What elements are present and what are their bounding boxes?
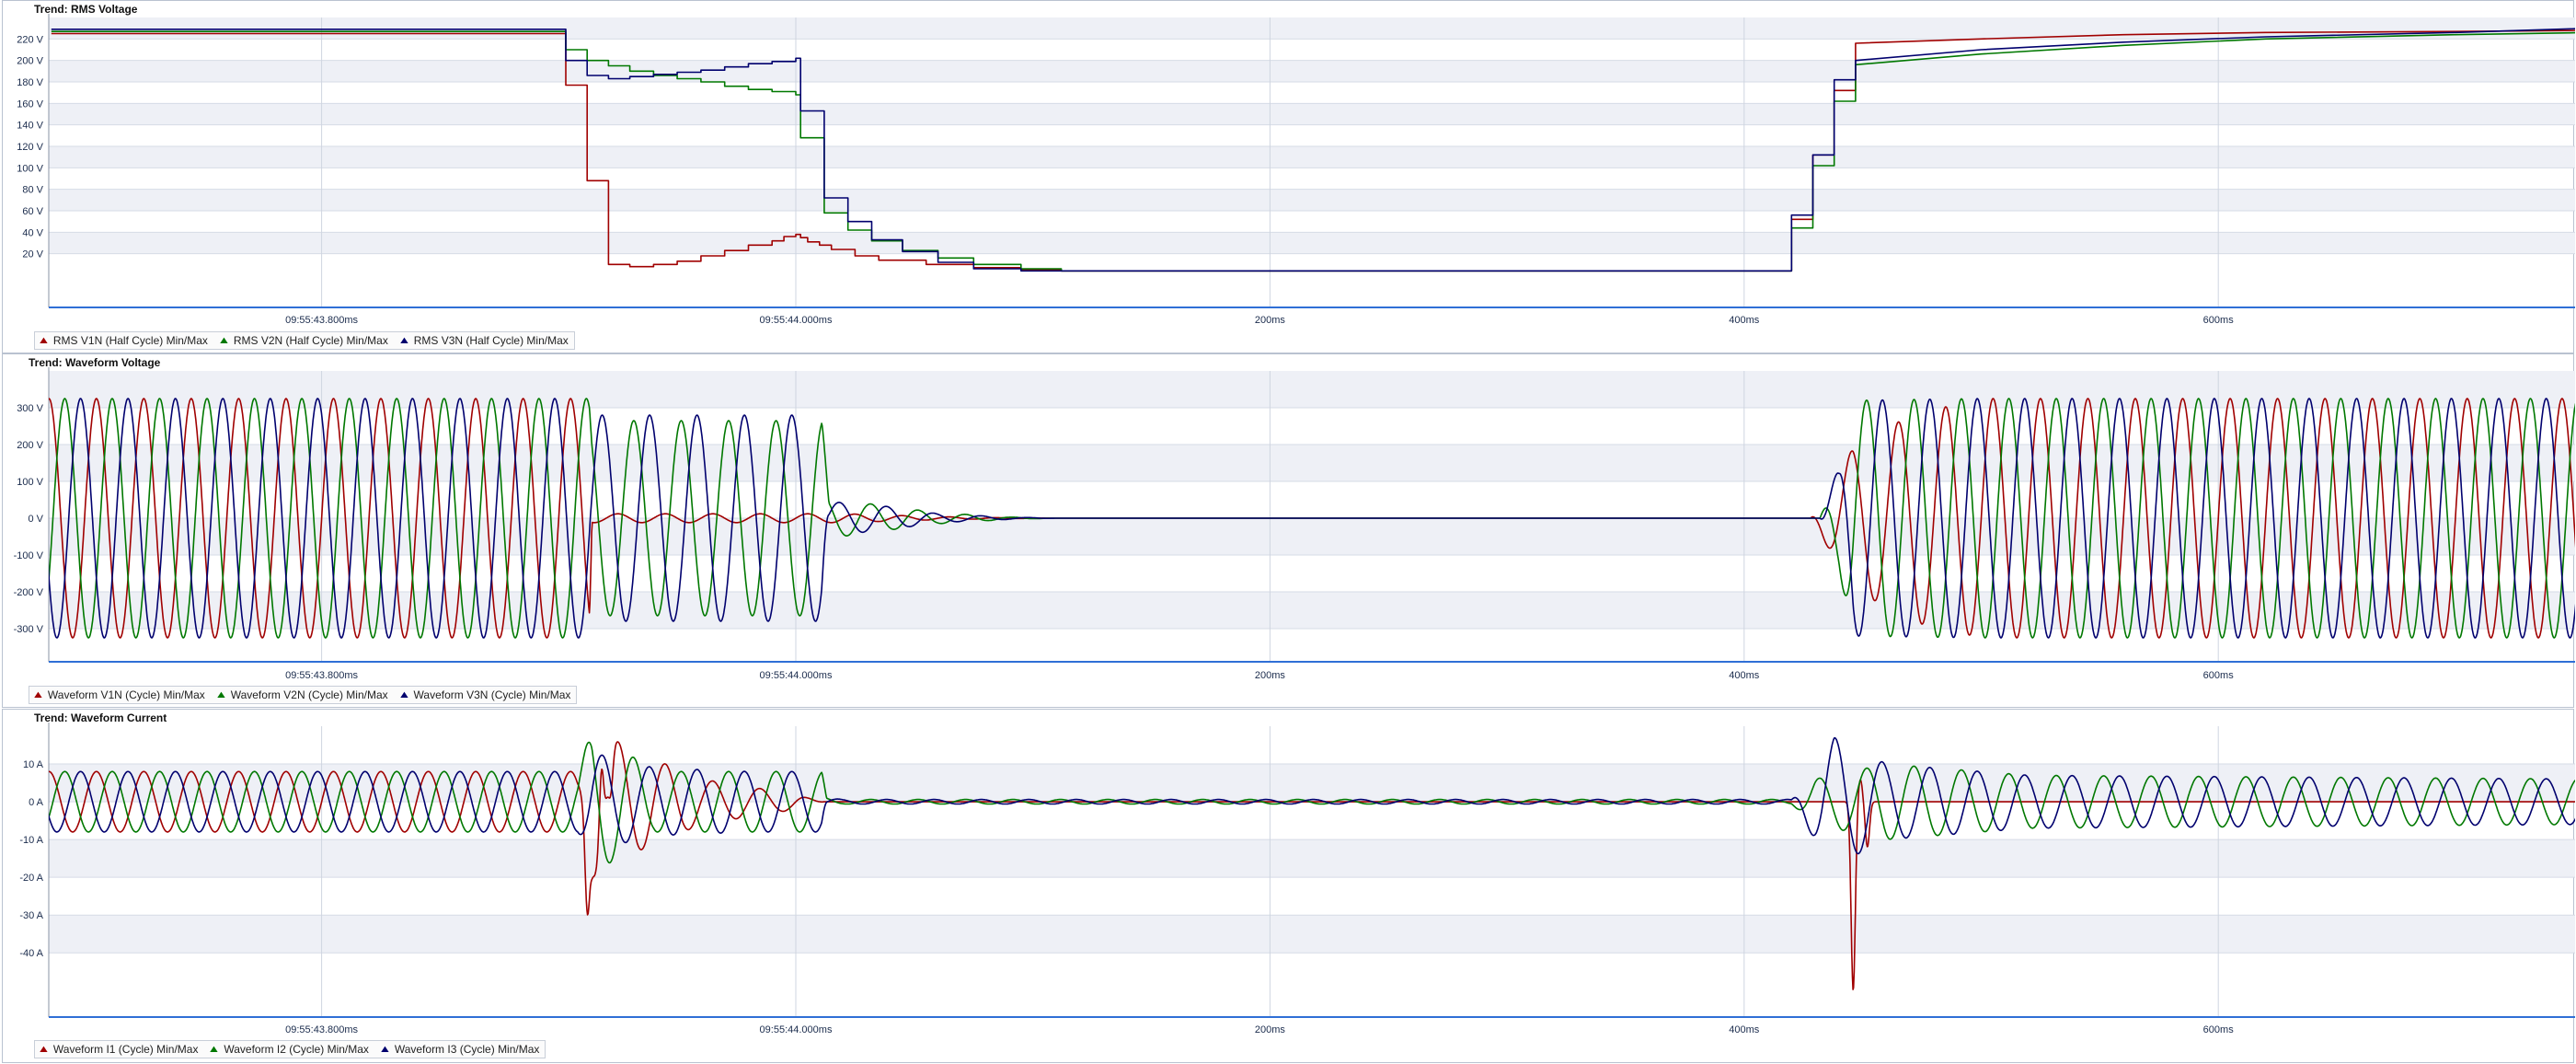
x-tick-label: 200ms <box>1255 1024 1286 1035</box>
y-tick-label: 100 V <box>17 163 43 174</box>
caret-up-icon: ▲ <box>37 1043 51 1055</box>
legend-item-rms-v3n[interactable]: ▲ RMS V3N (Half Cycle) Min/Max <box>397 334 569 347</box>
x-tick-label: 600ms <box>2203 315 2235 326</box>
y-tick-label: 80 V <box>22 185 43 196</box>
waveform-voltage-panel: Trend: Waveform Voltage -300 V -200 V -100… <box>2 353 2575 709</box>
waveform-current-legend: ▲ Waveform I1 (Cycle) Min/Max ▲ Waveform I… <box>34 1040 546 1058</box>
rms-voltage-chart[interactable]: 20 V 40 V 60 V 80 V 100 V 120 V 140 V 160 V 180 … <box>3 1 2575 354</box>
y-tick-label: -100 V <box>14 550 44 561</box>
x-tick-label: 400ms <box>1729 670 1760 681</box>
caret-up-icon: ▲ <box>217 334 231 346</box>
y-tick-label: 100 V <box>17 477 43 488</box>
x-tick-label: 09:55:43.800ms <box>285 1024 358 1035</box>
y-tick-label: 40 V <box>22 227 43 238</box>
legend-label: RMS V3N (Half Cycle) Min/Max <box>413 334 569 347</box>
x-tick-label: 600ms <box>2203 1024 2235 1035</box>
x-tick-label: 09:55:43.800ms <box>285 315 358 326</box>
legend-label: Waveform V3N (Cycle) Min/Max <box>413 688 571 701</box>
y-tick-label: 160 V <box>17 98 43 110</box>
x-tick-label: 600ms <box>2203 670 2235 681</box>
x-tick-label: 09:55:44.000ms <box>760 1024 833 1035</box>
y-tick-label: 60 V <box>22 206 43 217</box>
rms-voltage-panel: Trend: RMS Voltage 20 V 40 V 60 V 80 V 100 V… <box>2 0 2575 354</box>
y-tick-label: -40 A <box>19 948 43 959</box>
x-tick-label: 400ms <box>1729 315 1760 326</box>
grid-band <box>49 839 2575 878</box>
legend-label: Waveform I2 (Cycle) Min/Max <box>224 1043 369 1056</box>
grid-band <box>49 103 2575 125</box>
rms-voltage-legend: ▲ RMS V1N (Half Cycle) Min/Max ▲ RMS V2N (… <box>34 331 575 350</box>
x-tick-label: 400ms <box>1729 1024 1760 1035</box>
y-tick-label: 0 A <box>29 797 44 808</box>
y-tick-label: -30 A <box>19 910 43 921</box>
legend-item-waveform-i3[interactable]: ▲ Waveform I3 (Cycle) Min/Max <box>378 1043 540 1056</box>
y-tick-label: -200 V <box>14 587 44 598</box>
legend-label: RMS V1N (Half Cycle) Min/Max <box>52 334 208 347</box>
y-tick-label: -10 A <box>19 835 43 846</box>
legend-item-waveform-v1n[interactable]: ▲ Waveform V1N (Cycle) Min/Max <box>31 688 205 701</box>
x-tick-label: 09:55:43.800ms <box>285 670 358 681</box>
y-tick-label: 200 V <box>17 440 43 451</box>
waveform-current-panel: Trend: Waveform Current -40 A -30 A -20 A-… <box>2 709 2575 1064</box>
y-tick-label: -20 A <box>19 873 43 884</box>
waveform-voltage-legend: ▲ Waveform V1N (Cycle) Min/Max ▲ Waveform … <box>29 686 578 704</box>
y-tick-label: 20 V <box>22 249 43 260</box>
legend-label: RMS V2N (Half Cycle) Min/Max <box>233 334 388 347</box>
grid-band <box>49 189 2575 211</box>
legend-item-waveform-v3n[interactable]: ▲ Waveform V3N (Cycle) Min/Max <box>397 688 571 701</box>
caret-up-icon: ▲ <box>397 334 411 346</box>
y-tick-label: 300 V <box>17 403 43 414</box>
legend-item-rms-v2n[interactable]: ▲ RMS V2N (Half Cycle) Min/Max <box>217 334 388 347</box>
x-tick-label: 200ms <box>1255 670 1286 681</box>
x-tick-label: 200ms <box>1255 315 1286 326</box>
grid-band <box>49 445 2575 481</box>
legend-item-rms-v1n[interactable]: ▲ RMS V1N (Half Cycle) Min/Max <box>37 334 208 347</box>
grid-band <box>49 232 2575 254</box>
waveform-current-chart[interactable]: -40 A -30 A -20 A -10 A 0 A 10 A 09:55:43.800m… <box>3 710 2575 1064</box>
y-tick-label: 200 V <box>17 56 43 67</box>
caret-up-icon: ▲ <box>37 334 51 346</box>
y-tick-label: 120 V <box>17 142 43 153</box>
y-tick-label: 140 V <box>17 121 43 132</box>
grid-band <box>49 17 2575 40</box>
legend-item-waveform-i1[interactable]: ▲ Waveform I1 (Cycle) Min/Max <box>37 1043 199 1056</box>
legend-label: Waveform I3 (Cycle) Min/Max <box>394 1043 540 1056</box>
caret-up-icon: ▲ <box>397 688 411 700</box>
legend-item-waveform-v2n[interactable]: ▲ Waveform V2N (Cycle) Min/Max <box>214 688 388 701</box>
caret-up-icon: ▲ <box>207 1043 221 1055</box>
grid-band <box>49 915 2575 954</box>
x-tick-label: 09:55:44.000ms <box>760 315 833 326</box>
y-tick-label: 0 V <box>28 514 43 525</box>
y-tick-label: 180 V <box>17 77 43 88</box>
caret-up-icon: ▲ <box>378 1043 392 1055</box>
grid-band <box>49 60 2575 82</box>
x-tick-label: 09:55:44.000ms <box>760 670 833 681</box>
grid-band <box>49 146 2575 168</box>
y-tick-label: 10 A <box>23 759 44 770</box>
legend-label: Waveform I1 (Cycle) Min/Max <box>52 1043 199 1056</box>
grid-band <box>49 764 2575 803</box>
legend-item-waveform-i2[interactable]: ▲ Waveform I2 (Cycle) Min/Max <box>207 1043 369 1056</box>
waveform-voltage-chart[interactable]: -300 V -200 V -100 V 0 V 100 V 200 V 300 V 09:5… <box>3 354 2575 709</box>
legend-label: Waveform V2N (Cycle) Min/Max <box>230 688 388 701</box>
legend-label: Waveform V1N (Cycle) Min/Max <box>47 688 205 701</box>
caret-up-icon: ▲ <box>31 688 45 700</box>
y-tick-label: 220 V <box>17 34 43 45</box>
y-tick-label: -300 V <box>14 624 44 635</box>
caret-up-icon: ▲ <box>214 688 228 700</box>
